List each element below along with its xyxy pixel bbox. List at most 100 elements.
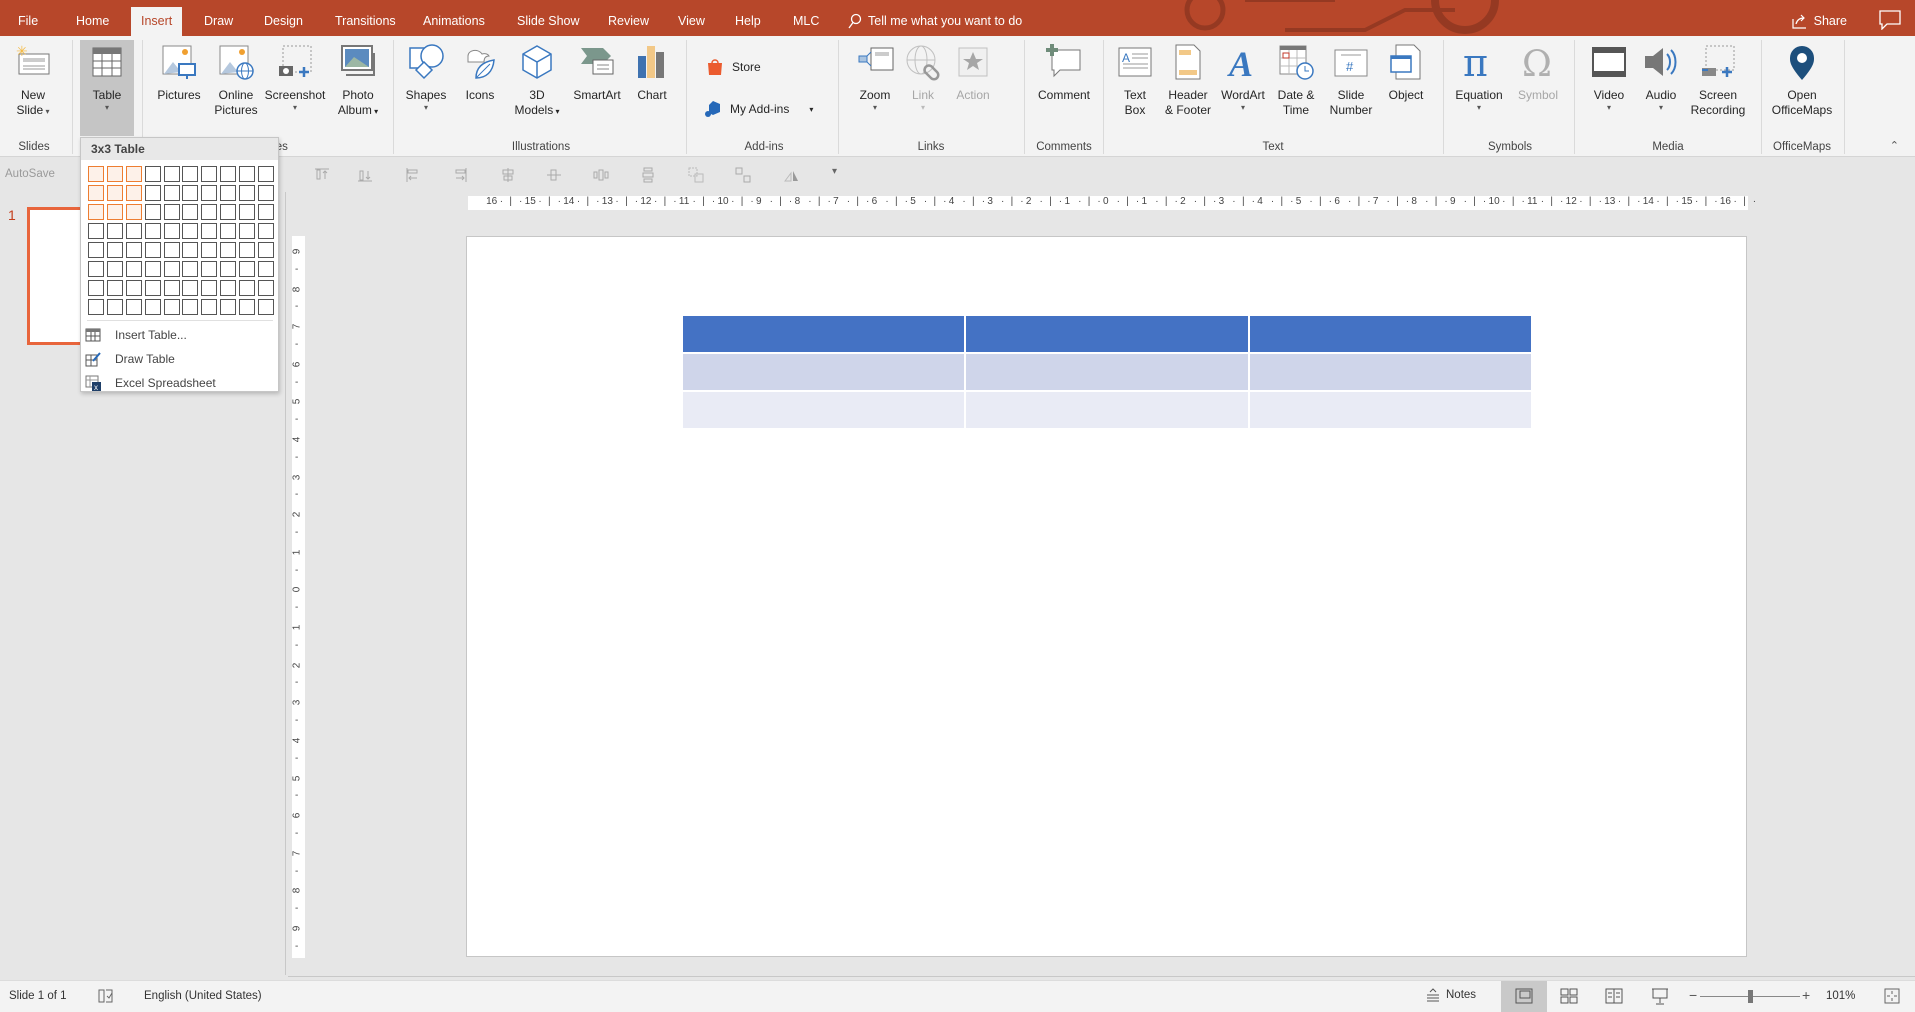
tell-me-search[interactable]: Tell me what you want to do [848,7,1022,35]
draw-table-menu-item[interactable]: Draw Table [85,348,175,370]
grid-cell[interactable] [88,299,104,315]
grid-cell[interactable] [163,223,180,239]
fit-to-window-icon[interactable] [1884,988,1900,1004]
tab-view[interactable]: View [668,7,715,36]
customize-toolbar-icon[interactable]: ▾ [832,166,837,177]
grid-cell[interactable] [163,280,180,296]
grid-cell[interactable] [88,166,104,182]
grid-cell[interactable] [88,204,104,220]
grid-cell[interactable] [182,261,199,277]
grid-cell[interactable] [220,261,237,277]
chart-button[interactable]: Chart [626,40,678,103]
grid-cell[interactable] [220,166,237,182]
language-indicator[interactable]: English (United States) [144,990,262,1002]
grid-cell[interactable] [88,261,104,277]
zoom-level[interactable]: 101% [1826,990,1855,1002]
grid-cell[interactable] [144,185,161,201]
grid-cell[interactable] [220,185,237,201]
grid-cell[interactable] [182,299,199,315]
grid-cell[interactable] [220,299,237,315]
shapes-button[interactable]: Shapes ▾ [398,40,454,113]
zoom-out-button[interactable]: − [1689,987,1697,1003]
grid-cell[interactable] [182,185,199,201]
grid-cell[interactable] [201,166,218,182]
zoom-button[interactable]: Zoom ▾ [850,40,900,113]
align-bottom-icon[interactable] [357,167,373,183]
table-cell[interactable] [1249,392,1531,428]
table-cell[interactable] [683,316,965,352]
slideshow-view-icon[interactable] [1651,988,1669,1005]
grid-cell[interactable] [106,261,123,277]
tab-insert[interactable]: Insert [131,7,183,36]
screenshot-button[interactable]: Screenshot ▾ [264,40,326,113]
symbol-button[interactable]: Ω Symbol [1510,40,1566,103]
3d-models-button[interactable]: 3D Models ▾ [506,40,568,119]
link-button[interactable]: Link ▾ [900,40,946,113]
grid-cell[interactable] [258,242,275,258]
table-cell[interactable] [1249,316,1531,352]
grid-cell[interactable] [220,223,237,239]
table-cell[interactable] [683,354,965,390]
grid-cell[interactable] [182,223,199,239]
grid-cell[interactable] [125,280,142,296]
grid-cell[interactable] [258,299,275,315]
grid-cell[interactable] [106,204,123,220]
object-button[interactable]: Object [1380,40,1432,103]
grid-cell[interactable] [258,261,275,277]
tab-review[interactable]: Review [598,7,659,36]
grid-cell[interactable] [239,299,256,315]
grid-cell[interactable] [258,166,275,182]
tab-animations[interactable]: Animations [413,7,495,36]
grid-cell[interactable] [106,280,123,296]
slide-table[interactable] [681,314,1533,430]
grid-cell[interactable] [144,204,161,220]
grid-cell[interactable] [258,280,275,296]
grid-cell[interactable] [220,242,237,258]
collapse-ribbon-icon[interactable]: ⌃ [1890,139,1899,152]
autosave-toggle[interactable]: AutoSave [5,168,55,180]
align-top-icon[interactable] [314,167,330,183]
smartart-button[interactable]: SmartArt [568,40,626,103]
grid-cell[interactable] [88,242,104,258]
icons-button[interactable]: Icons [454,40,506,103]
grid-cell[interactable] [144,242,161,258]
equation-button[interactable]: π Equation ▾ [1448,40,1510,113]
grid-cell[interactable] [144,299,161,315]
grid-cell[interactable] [239,280,256,296]
table-cell[interactable] [966,354,1248,390]
tab-mlc[interactable]: MLC [783,7,829,36]
grid-cell[interactable] [125,166,142,182]
photo-album-button[interactable]: Photo Album ▾ [328,40,388,119]
table-button[interactable]: Table ▾ [80,40,134,136]
insert-table-menu-item[interactable]: Insert Table... [85,324,187,346]
spell-check-icon[interactable] [97,988,115,1004]
grid-cell[interactable] [182,204,199,220]
grid-cell[interactable] [144,166,161,182]
grid-cell[interactable] [125,242,142,258]
grid-cell[interactable] [182,242,199,258]
reading-view-icon[interactable] [1605,988,1623,1004]
slide-sorter-icon[interactable] [1560,988,1578,1004]
grid-cell[interactable] [125,261,142,277]
wordart-button[interactable]: A WordArt ▾ [1216,40,1270,113]
grid-cell[interactable] [182,280,199,296]
action-button[interactable]: Action [946,40,1000,103]
normal-view-button[interactable] [1501,981,1547,1012]
tab-home[interactable]: Home [66,7,119,36]
grid-cell[interactable] [201,204,218,220]
tab-file[interactable]: File [8,7,48,36]
grid-cell[interactable] [163,166,180,182]
grid-cell[interactable] [239,223,256,239]
text-box-button[interactable]: A Text Box [1110,40,1160,118]
grid-cell[interactable] [144,280,161,296]
grid-cell[interactable] [106,185,123,201]
grid-cell[interactable] [201,185,218,201]
grid-cell[interactable] [220,204,237,220]
grid-cell[interactable] [125,299,142,315]
date-time-button[interactable]: Date & Time [1270,40,1322,118]
grid-cell[interactable] [258,223,275,239]
align-right-icon[interactable] [452,167,468,183]
grid-cell[interactable] [201,261,218,277]
grid-cell[interactable] [258,204,275,220]
screen-recording-button[interactable]: Screen Recording [1686,40,1750,118]
